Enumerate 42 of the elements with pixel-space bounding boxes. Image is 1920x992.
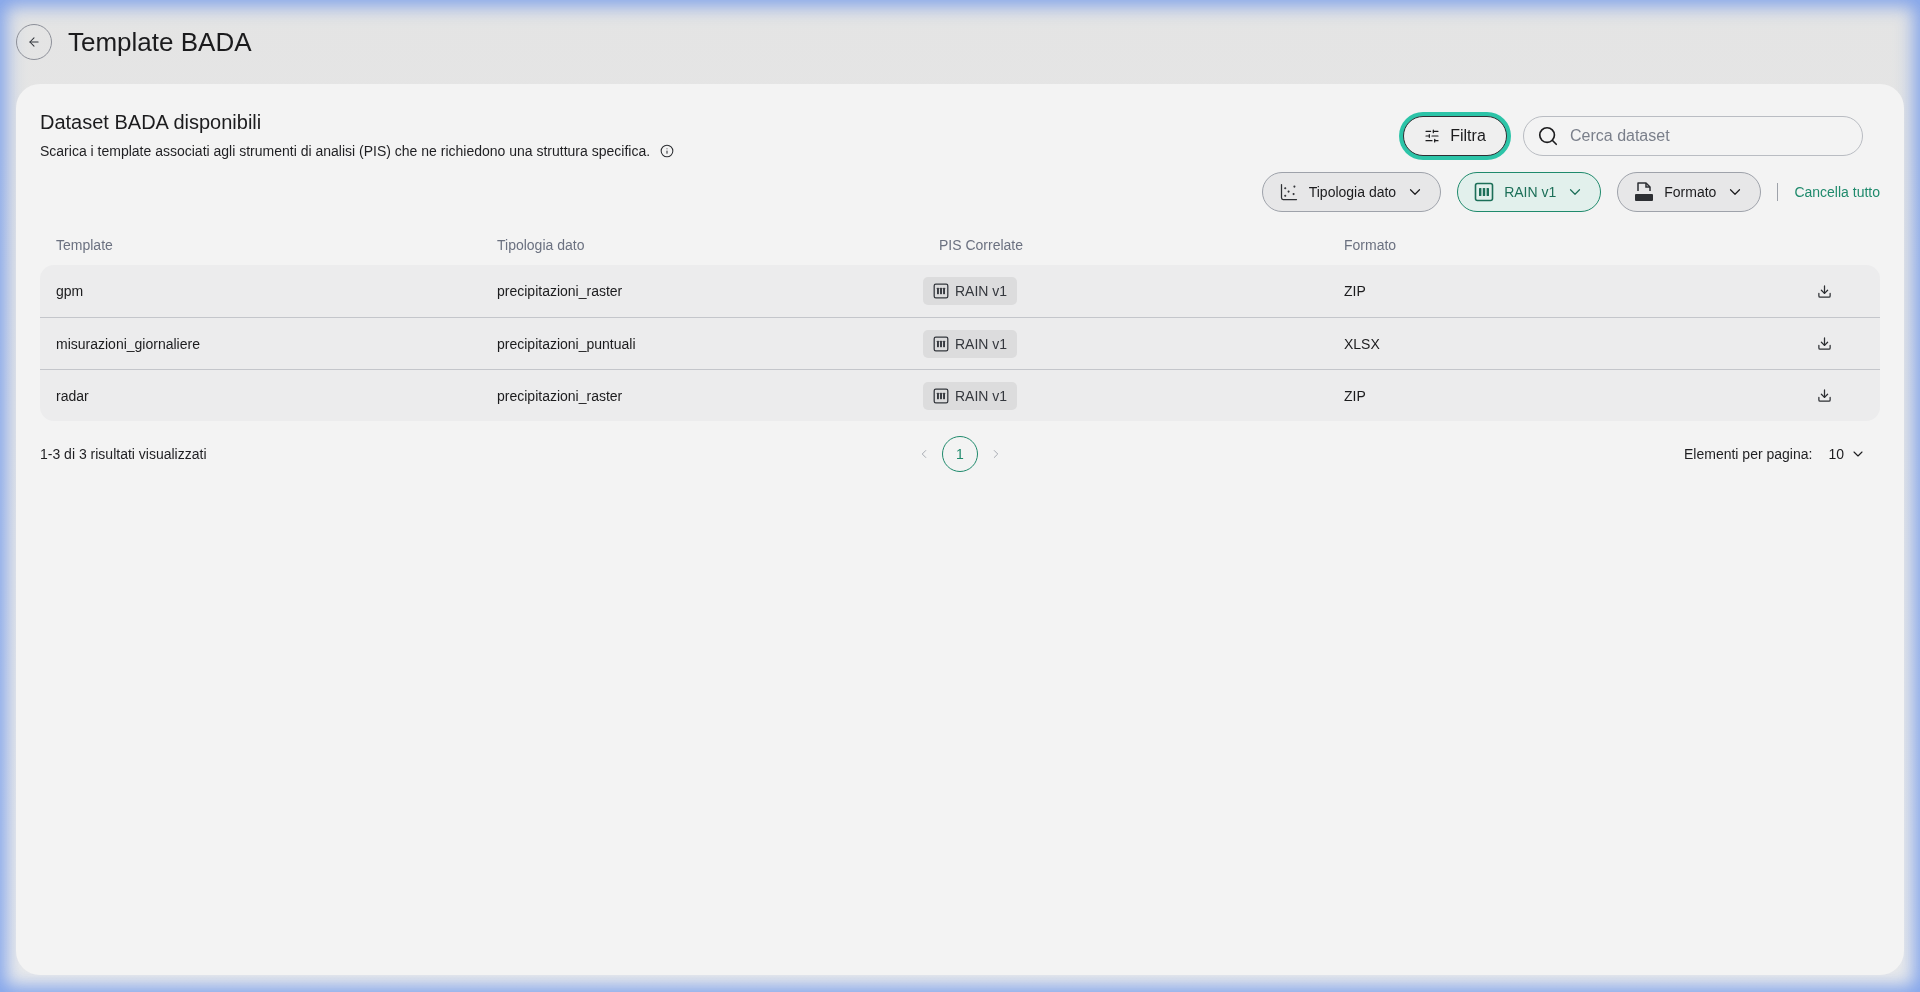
search-field[interactable]: Cerca dataset: [1523, 116, 1863, 156]
panel-description: Scarica i template associati agli strumenti di analisi (PIS) che ne richiedono una struttura specifica.: [40, 142, 651, 160]
download-button[interactable]: [1816, 387, 1832, 404]
table-cell: ZIP: [1344, 283, 1366, 299]
table-cell: XLSX: [1344, 335, 1380, 352]
column-header: Formato: [1344, 237, 1397, 253]
sliders-icon: [1424, 128, 1441, 144]
table-cell: ZIP: [1344, 387, 1366, 404]
tag-label: RAIN v1: [955, 283, 1008, 299]
square-badge-icon: [933, 283, 949, 299]
file-icon: [1634, 181, 1655, 203]
clear-all-link[interactable]: Cancella tutto: [1794, 184, 1880, 200]
table-cell: precipitazioni_puntuali: [497, 335, 636, 352]
table-cell: precipitazioni_raster: [497, 387, 623, 404]
download-icon: [1816, 336, 1832, 351]
download-icon: [1816, 283, 1832, 299]
filter-chip[interactable]: RAIN v1: [1457, 172, 1602, 212]
column-header: Template: [56, 237, 113, 253]
table-cell: gpm: [56, 283, 84, 299]
per-page-select[interactable]: 10: [1828, 446, 1866, 462]
per-page-label: Elementi per pagina:: [1684, 446, 1813, 462]
square-badge-icon: [933, 335, 949, 352]
table-cell: misurazioni_giornaliere: [56, 335, 200, 352]
panel-title: Dataset BADA disponibili: [40, 110, 262, 134]
download-button[interactable]: [1816, 335, 1832, 352]
info-icon[interactable]: [660, 144, 675, 158]
results-summary: 1-3 di 3 risultati visualizzati: [40, 446, 207, 462]
tag-label: RAIN v1: [955, 387, 1008, 404]
scatter-chart-icon: [1278, 182, 1299, 202]
page-title: Template BADA: [68, 26, 252, 58]
table-cell: precipitazioni_raster: [497, 283, 623, 299]
column-header: Tipologia dato: [497, 237, 585, 253]
table-cell: radar: [56, 387, 89, 404]
filter-chip[interactable]: Formato: [1617, 172, 1762, 212]
download-button[interactable]: [1816, 283, 1832, 299]
column-header: PIS Correlate: [939, 237, 1024, 253]
filter-chip[interactable]: Tipologia dato: [1261, 172, 1442, 212]
square-badge-icon: [933, 387, 949, 404]
square-badge-icon: [1474, 182, 1495, 202]
download-icon: [1816, 388, 1832, 403]
search-icon: [1537, 125, 1559, 147]
tag-label: RAIN v1: [955, 335, 1008, 352]
